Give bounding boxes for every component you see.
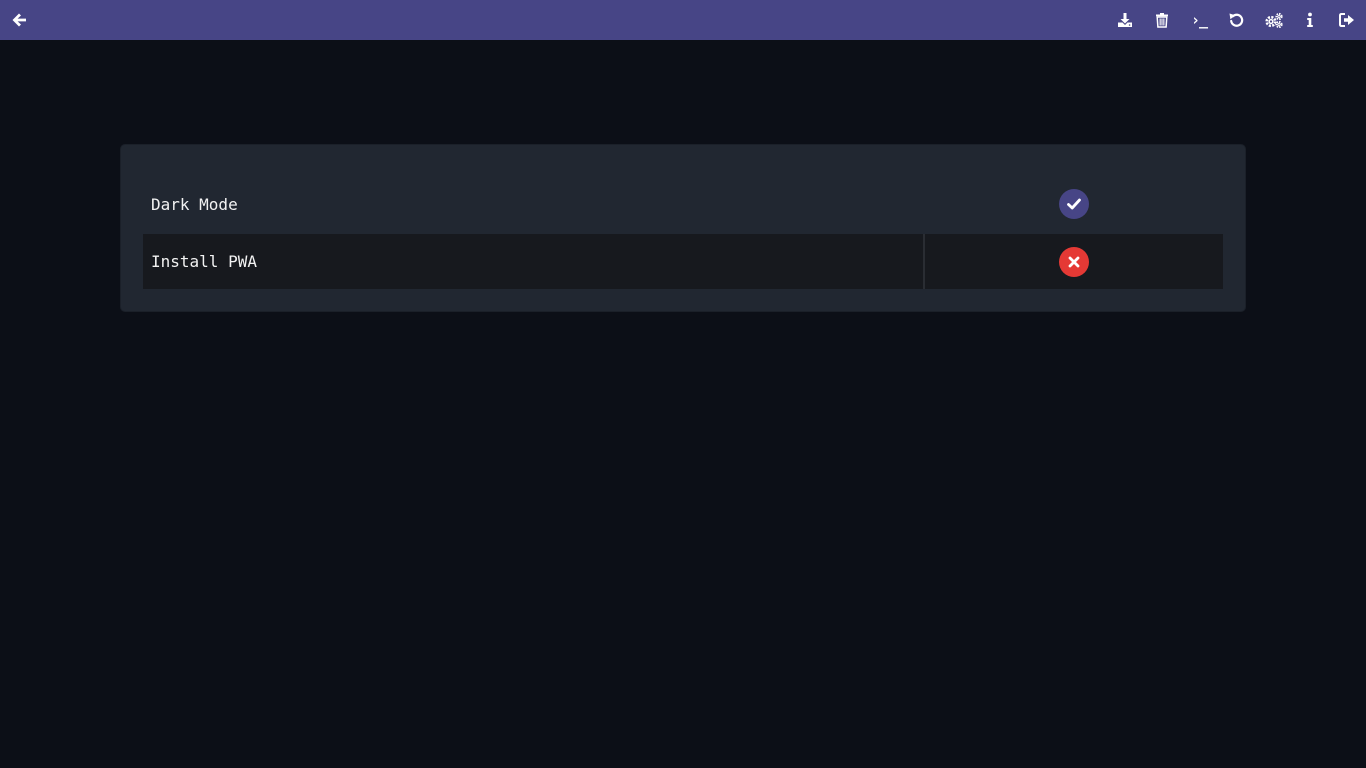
back-button[interactable] — [6, 7, 32, 33]
reset-button[interactable] — [1223, 7, 1249, 33]
setting-label-install-pwa: Install PWA — [143, 234, 925, 289]
cogs-icon — [1265, 12, 1283, 28]
info-icon — [1307, 12, 1313, 27]
times-icon — [1068, 256, 1080, 267]
top-toolbar: ›_ — [0, 0, 1366, 40]
info-button[interactable] — [1297, 7, 1323, 33]
arrow-left-icon — [12, 13, 26, 27]
setting-label-dark-mode: Dark Mode — [151, 194, 238, 214]
settings-panel: Dark Mode Install PWA — [121, 145, 1245, 311]
trash-icon — [1156, 13, 1168, 28]
sign-out-icon — [1339, 13, 1354, 27]
delete-button[interactable] — [1149, 7, 1175, 33]
setting-row-dark-mode: Dark Mode — [143, 177, 1223, 231]
status-enabled — [1059, 189, 1089, 219]
terminal-icon: ›_ — [1190, 10, 1208, 29]
setting-row-install-pwa: Install PWA — [143, 234, 1223, 289]
settings-button[interactable] — [1261, 7, 1287, 33]
install-pwa-toggle[interactable] — [925, 234, 1223, 289]
download-icon — [1118, 13, 1132, 27]
download-button[interactable] — [1112, 7, 1138, 33]
terminal-button[interactable]: ›_ — [1186, 7, 1212, 33]
status-disabled — [1059, 246, 1089, 277]
logout-button[interactable] — [1334, 7, 1360, 33]
undo-icon — [1229, 13, 1244, 27]
dark-mode-toggle[interactable] — [925, 177, 1223, 231]
check-icon — [1067, 198, 1081, 210]
